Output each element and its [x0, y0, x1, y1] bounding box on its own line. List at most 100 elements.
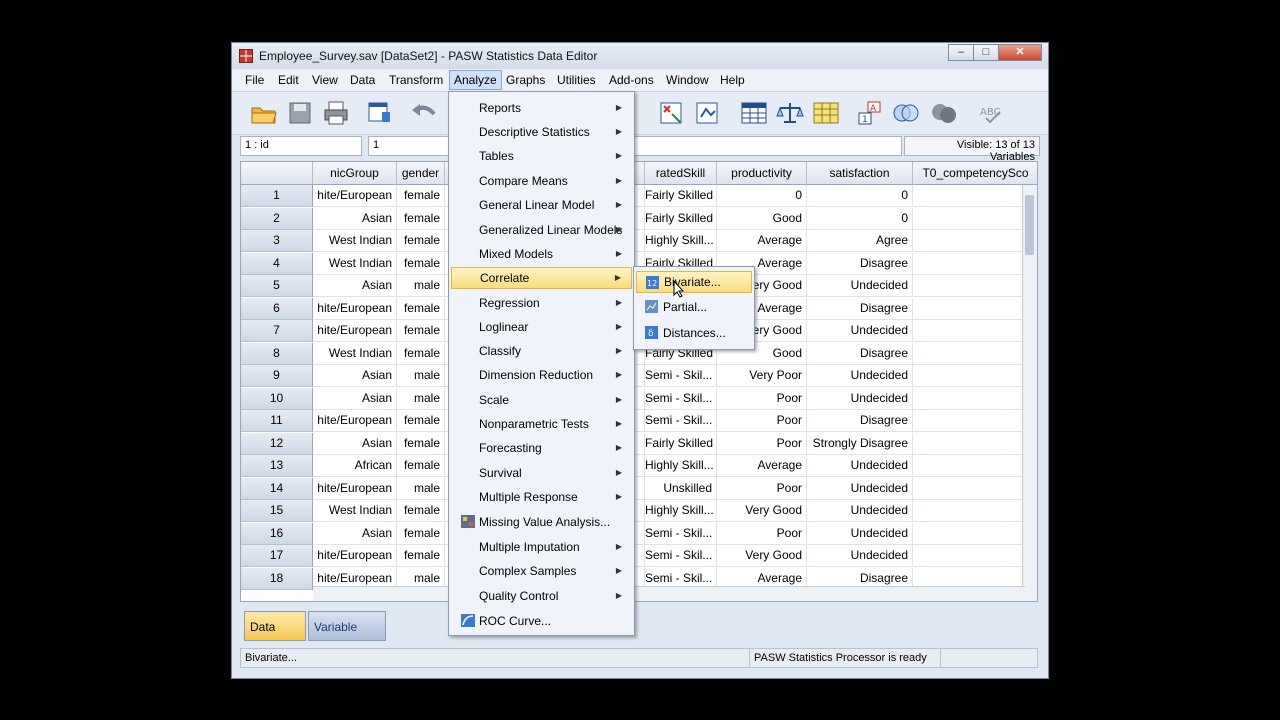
cell-ratedskill[interactable]: Semi - Skil... [645, 387, 717, 410]
cell-gender[interactable]: male [397, 365, 445, 387]
cell-ethnicgroup[interactable]: West Indian [313, 230, 397, 252]
cell-gender[interactable]: female [397, 320, 445, 342]
cell-ethnicgroup[interactable]: Asian [313, 207, 397, 230]
menu-item-mixed-models[interactable]: Mixed Models ▶ [451, 243, 632, 265]
menu-help[interactable]: Help [720, 73, 745, 87]
cell-productivity[interactable]: Poor [717, 432, 807, 455]
cell-satisfaction[interactable]: Disagree [807, 297, 913, 320]
cell-ratedskill[interactable]: Unskilled [645, 477, 717, 500]
row-header[interactable]: 15 [241, 500, 313, 522]
menu-item-missing-value-analysis[interactable]: Missing Value Analysis... [451, 511, 632, 533]
cell-gender[interactable]: female [397, 500, 445, 522]
cell-satisfaction[interactable]: 0 [807, 185, 913, 207]
row-header[interactable]: 14 [241, 477, 313, 500]
cell-ethnicgroup[interactable]: Asian [313, 432, 397, 455]
cell-ratedskill[interactable]: Highly Skill... [645, 455, 717, 477]
menu-item-nonparametric-tests[interactable]: Nonparametric Tests ▶ [451, 413, 632, 435]
cell-gender[interactable]: female [397, 230, 445, 252]
cell-ratedskill[interactable]: Semi - Skil... [645, 545, 717, 567]
cell-satisfaction[interactable]: Agree [807, 230, 913, 252]
cell-ratedskill[interactable]: Semi - Skil... [645, 365, 717, 387]
menu-item-complex-samples[interactable]: Complex Samples ▶ [451, 560, 632, 582]
menu-item-compare-means[interactable]: Compare Means ▶ [451, 170, 632, 192]
cell-productivity[interactable]: Very Good [717, 500, 807, 522]
cell-ethnicgroup[interactable]: West Indian [313, 500, 397, 522]
cell-productivity[interactable]: Very Poor [717, 365, 807, 387]
print-icon[interactable] [322, 100, 350, 126]
cell-satisfaction[interactable]: Undecided [807, 455, 913, 477]
menu-item-tables[interactable]: Tables ▶ [451, 145, 632, 167]
cell-ratedskill[interactable]: Fairly Skilled [645, 185, 717, 207]
row-header[interactable]: 7 [241, 320, 313, 342]
vertical-scrollbar[interactable] [1022, 185, 1037, 601]
column-header-t0-competency[interactable]: T0_competencySco [913, 162, 1037, 185]
row-header[interactable]: 1 [241, 185, 313, 207]
menu-item-dimension-reduction[interactable]: Dimension Reduction ▶ [451, 364, 632, 386]
cell-gender[interactable]: male [397, 477, 445, 500]
menu-item-reports[interactable]: Reports ▶ [451, 97, 632, 119]
cell-t0-competency[interactable] [913, 500, 1025, 522]
scale-balance-icon[interactable] [776, 100, 804, 126]
weight-cases-icon[interactable] [694, 100, 722, 126]
menu-utilities[interactable]: Utilities [557, 73, 596, 87]
cell-ratedskill[interactable]: Fairly Skilled [645, 432, 717, 455]
cell-ratedskill[interactable]: Semi - Skil... [645, 410, 717, 432]
menu-item-roc-curve[interactable]: ROC Curve... [451, 610, 632, 632]
menu-data[interactable]: Data [350, 73, 375, 87]
cell-satisfaction[interactable]: Disagree [807, 410, 913, 432]
menu-item-scale[interactable]: Scale ▶ [451, 389, 632, 411]
cell-gender[interactable]: male [397, 275, 445, 297]
cell-t0-competency[interactable] [913, 545, 1025, 567]
cell-ethnicgroup[interactable]: hite/European [313, 297, 397, 320]
menu-item-forecasting[interactable]: Forecasting ▶ [451, 437, 632, 459]
menu-file[interactable]: File [245, 73, 264, 87]
menu-item-general-linear-model[interactable]: General Linear Model ▶ [451, 194, 632, 216]
row-header[interactable]: 11 [241, 410, 313, 432]
cell-gender[interactable]: female [397, 522, 445, 545]
cell-productivity[interactable]: Poor [717, 477, 807, 500]
spell-check-icon[interactable]: ABC [978, 100, 1006, 126]
row-header[interactable]: 4 [241, 252, 313, 275]
cell-satisfaction[interactable]: Undecided [807, 365, 913, 387]
submenu-item-distances[interactable]: δ Distances... [636, 322, 752, 344]
menu-item-multiple-response[interactable]: Multiple Response ▶ [451, 486, 632, 508]
cell-gender[interactable]: female [397, 342, 445, 365]
cell-t0-competency[interactable] [913, 320, 1025, 342]
menu-item-descriptive-statistics[interactable]: Descriptive Statistics ▶ [451, 121, 632, 143]
cell-satisfaction[interactable]: Undecided [807, 477, 913, 500]
menu-item-classify[interactable]: Classify ▶ [451, 340, 632, 362]
cell-t0-competency[interactable] [913, 185, 1025, 207]
cell-t0-competency[interactable] [913, 252, 1025, 275]
cell-ethnicgroup[interactable]: West Indian [313, 252, 397, 275]
cell-ratedskill[interactable]: Highly Skill... [645, 230, 717, 252]
cell-ratedskill[interactable]: Highly Skill... [645, 500, 717, 522]
close-button[interactable]: ✕ [998, 44, 1042, 61]
cell-productivity[interactable]: Average [717, 230, 807, 252]
cell-satisfaction[interactable]: Undecided [807, 320, 913, 342]
cell-gender[interactable]: female [397, 185, 445, 207]
menu-analyze[interactable]: Analyze [449, 70, 502, 90]
menu-item-correlate[interactable]: Correlate ▶ [451, 267, 632, 289]
cell-reference-field[interactable]: 1 : id [240, 136, 362, 156]
menu-item-quality-control[interactable]: Quality Control ▶ [451, 585, 632, 607]
cell-t0-competency[interactable] [913, 455, 1025, 477]
menu-graphs[interactable]: Graphs [506, 73, 545, 87]
menu-window[interactable]: Window [666, 73, 709, 87]
corner-header[interactable] [241, 162, 313, 185]
row-header[interactable]: 13 [241, 455, 313, 477]
cell-ethnicgroup[interactable]: hite/European [313, 545, 397, 567]
row-header[interactable]: 5 [241, 275, 313, 297]
cell-satisfaction[interactable]: Undecided [807, 275, 913, 297]
menu-item-generalized-linear-models[interactable]: Generalized Linear Models ▶ [451, 219, 632, 241]
cell-productivity[interactable]: Poor [717, 522, 807, 545]
menu-view[interactable]: View [312, 73, 338, 87]
title-bar[interactable]: Employee_Survey.sav [DataSet2] - PASW St… [232, 43, 1048, 69]
cell-t0-competency[interactable] [913, 387, 1025, 410]
row-header[interactable]: 6 [241, 297, 313, 320]
row-header[interactable]: 12 [241, 432, 313, 455]
cell-t0-competency[interactable] [913, 477, 1025, 500]
cell-satisfaction[interactable]: Undecided [807, 522, 913, 545]
cell-ethnicgroup[interactable]: hite/European [313, 320, 397, 342]
value-labels-grid-icon[interactable] [812, 100, 840, 126]
cell-satisfaction[interactable]: Undecided [807, 387, 913, 410]
